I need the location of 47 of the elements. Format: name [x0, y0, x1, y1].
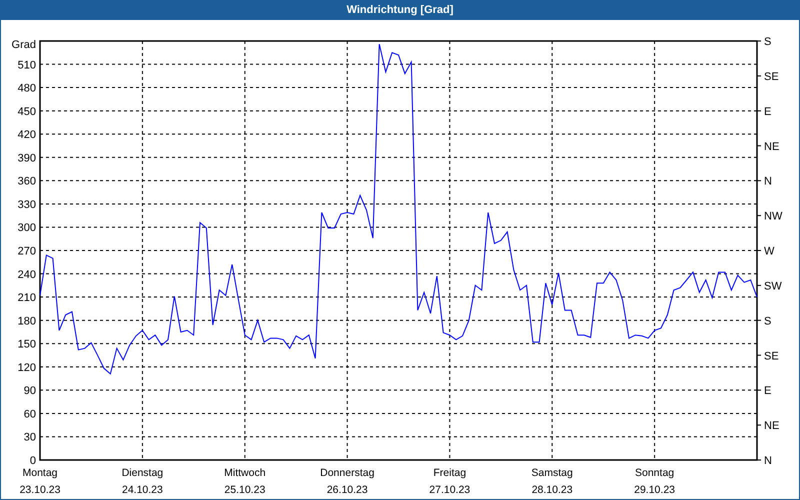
y-tick-label: 90 [24, 385, 36, 398]
y-tick-label: 360 [18, 176, 36, 188]
date-label: 27.10.23 [429, 484, 470, 496]
compass-tick-label: NE [764, 420, 780, 432]
compass-tick-label: N [764, 455, 772, 467]
x-tick-label: Freitag [433, 467, 466, 479]
y-tick-label: 240 [18, 268, 36, 281]
compass-tick-label: E [764, 385, 772, 398]
y-tick-label: 450 [18, 106, 36, 118]
date-label: 29.10.23 [634, 484, 675, 496]
y-tick-label: 300 [18, 222, 36, 234]
x-tick-label: Sonntag [635, 467, 674, 479]
compass-tick-label: S [764, 36, 772, 48]
compass-tick-label: SE [764, 350, 779, 362]
y-tick-label: 480 [18, 82, 36, 95]
date-label: 24.10.23 [122, 484, 163, 496]
compass-tick-label: S [764, 315, 772, 328]
y-tick-label: 150 [18, 338, 36, 351]
y-tick-label: 330 [18, 198, 36, 211]
compass-tick-label: SE [764, 70, 779, 83]
y-tick-label: 120 [18, 362, 36, 374]
y-tick-label: 60 [24, 408, 36, 420]
y-tick-label: 390 [18, 152, 36, 164]
date-label: 25.10.23 [224, 484, 266, 496]
y-tick-label: 210 [18, 292, 36, 304]
y-tick-label: 0 [30, 455, 36, 467]
date-label: 28.10.23 [532, 484, 573, 496]
y-tick-label: 270 [18, 246, 36, 258]
x-tick-label: Donnerstag [320, 467, 374, 479]
compass-tick-label: NW [764, 210, 782, 223]
compass-tick-label: N [764, 176, 772, 188]
compass-tick-label: W [764, 246, 774, 258]
compass-tick-label: SW [764, 280, 782, 292]
compass-tick-label: NE [764, 140, 780, 153]
y-tick-label: 420 [18, 129, 36, 142]
x-tick-label: Samstag [531, 467, 573, 479]
y-tick-label: 510 [18, 59, 36, 72]
y-tick-label: 180 [18, 315, 36, 328]
window-title: Windrichtung [Grad] [346, 2, 454, 18]
y-tick-label: 30 [24, 432, 36, 444]
x-tick-label: Dienstag [122, 467, 164, 479]
date-label: 23.10.23 [20, 484, 60, 496]
date-label: 26.10.23 [326, 484, 368, 496]
compass-tick-label: E [764, 106, 772, 118]
x-tick-label: Mittwoch [224, 467, 266, 479]
y-axis-label: Grad [12, 39, 36, 51]
x-tick-label: Montag [22, 467, 58, 479]
